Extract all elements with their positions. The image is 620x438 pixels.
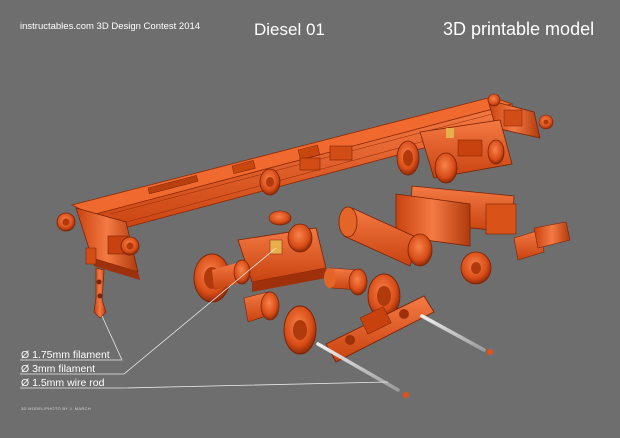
- callout-label-wire-rod: Ø 1.5mm wire rod: [21, 377, 105, 389]
- drive-wheel-small: [259, 168, 281, 196]
- contest-caption: instructables.com 3D Design Contest 2014: [20, 21, 201, 32]
- coupling-hook: [93, 267, 107, 319]
- model-subtitle: 3D printable model: [443, 19, 595, 39]
- middle-axle-parts: [324, 267, 401, 319]
- callout-label-filament-3: Ø 3mm filament: [21, 363, 96, 375]
- model-title: Diesel 01: [254, 20, 325, 39]
- callout-label-filament-175: Ø 1.75mm filament: [21, 349, 110, 361]
- credit-text: 3D MODEL/PHOTO BY J. MARCH: [21, 406, 91, 411]
- front-bogie-body: [237, 223, 327, 292]
- render-canvas: instructables.com 3D Design Contest 2014…: [0, 0, 620, 438]
